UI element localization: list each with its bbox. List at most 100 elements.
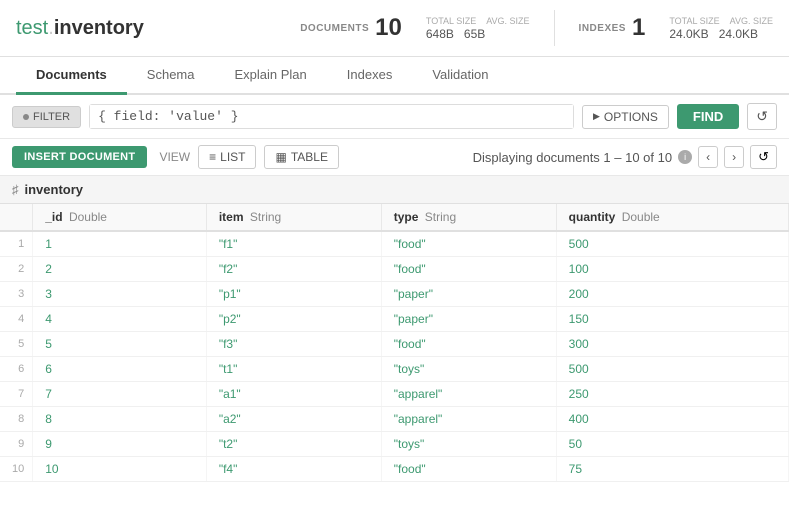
filter-toolbar: FILTER ▶ OPTIONS FIND ↺ xyxy=(0,95,789,139)
find-label: FIND xyxy=(693,109,723,124)
info-icon: i xyxy=(678,150,692,164)
row-number: 2 xyxy=(0,257,33,282)
cell-quantity: 75 xyxy=(556,457,788,482)
item-value: "a1" xyxy=(219,387,241,401)
type-value: "food" xyxy=(394,237,426,251)
cell-type: "paper" xyxy=(381,307,556,332)
id-link[interactable]: 3 xyxy=(45,287,52,301)
table-row: 1 1 "f1" "food" 500 xyxy=(0,231,789,257)
reload-button[interactable]: ↺ xyxy=(750,145,777,169)
cell-quantity: 250 xyxy=(556,382,788,407)
find-button[interactable]: FIND xyxy=(677,104,739,129)
id-link[interactable]: 6 xyxy=(45,362,52,376)
item-value: "p1" xyxy=(219,287,241,301)
cell-quantity: 400 xyxy=(556,407,788,432)
cell-id: 1 xyxy=(33,231,207,257)
type-value: "food" xyxy=(394,462,426,476)
filter-box xyxy=(89,104,574,129)
type-value: "paper" xyxy=(394,312,433,326)
table-row: 9 9 "t2" "toys" 50 xyxy=(0,432,789,457)
cell-quantity: 100 xyxy=(556,257,788,282)
id-link[interactable]: 10 xyxy=(45,462,58,476)
table-row: 8 8 "a2" "apparel" 400 xyxy=(0,407,789,432)
col-qty-type: Double xyxy=(622,210,660,224)
tab-explain-plan[interactable]: Explain Plan xyxy=(215,57,327,95)
insert-document-button[interactable]: INSERT DOCUMENT xyxy=(12,146,147,168)
cell-quantity: 200 xyxy=(556,282,788,307)
tabs: Documents Schema Explain Plan Indexes Va… xyxy=(0,57,789,95)
item-value: "f3" xyxy=(219,337,238,351)
id-link[interactable]: 2 xyxy=(45,262,52,276)
row-num-header xyxy=(0,204,33,231)
total-size-idx-val: 24.0KB xyxy=(669,27,708,41)
quantity-value: 300 xyxy=(569,337,589,351)
table-row: 4 4 "p2" "paper" 150 xyxy=(0,307,789,332)
tab-validation[interactable]: Validation xyxy=(412,57,508,95)
id-link[interactable]: 1 xyxy=(45,237,52,251)
pagination-info: Displaying documents 1 – 10 of 10 i ‹ › … xyxy=(473,145,777,169)
id-link[interactable]: 9 xyxy=(45,437,52,451)
col-header-item: item String xyxy=(206,204,381,231)
filter-input[interactable] xyxy=(90,105,573,128)
cell-quantity: 50 xyxy=(556,432,788,457)
type-value: "apparel" xyxy=(394,412,443,426)
total-size-docs-val: 648B xyxy=(426,27,454,41)
documents-count: 10 xyxy=(375,14,402,42)
next-page-button[interactable]: › xyxy=(724,146,744,168)
table-header: _id Double item String type String quant… xyxy=(0,204,789,231)
tab-schema[interactable]: Schema xyxy=(127,57,215,95)
type-value: "paper" xyxy=(394,287,433,301)
cell-id: 7 xyxy=(33,382,207,407)
cell-id: 9 xyxy=(33,432,207,457)
id-link[interactable]: 8 xyxy=(45,412,52,426)
filter-button[interactable]: FILTER xyxy=(12,106,81,128)
indexes-label: INDEXES xyxy=(579,23,626,34)
prev-page-button[interactable]: ‹ xyxy=(698,146,718,168)
table-row: 7 7 "a1" "apparel" 250 xyxy=(0,382,789,407)
db-name: test xyxy=(16,17,48,39)
collection-title: inventory xyxy=(25,182,84,197)
table-row: 2 2 "f2" "food" 100 xyxy=(0,257,789,282)
cell-type: "food" xyxy=(381,257,556,282)
id-link[interactable]: 4 xyxy=(45,312,52,326)
cell-type: "apparel" xyxy=(381,407,556,432)
col-id-type: Double xyxy=(69,210,107,224)
row-number: 7 xyxy=(0,382,33,407)
table-row: 3 3 "p1" "paper" 200 xyxy=(0,282,789,307)
tab-indexes[interactable]: Indexes xyxy=(327,57,413,95)
tab-documents[interactable]: Documents xyxy=(16,57,127,95)
item-value: "f2" xyxy=(219,262,238,276)
list-view-button[interactable]: ≡ LIST xyxy=(198,145,256,169)
view-label: VIEW xyxy=(159,150,190,164)
quantity-value: 500 xyxy=(569,362,589,376)
cell-type: "apparel" xyxy=(381,382,556,407)
item-value: "f1" xyxy=(219,237,238,251)
options-label: OPTIONS xyxy=(604,110,658,124)
avg-size-idx-val: 24.0KB xyxy=(719,27,758,41)
cell-type: "food" xyxy=(381,332,556,357)
data-table: _id Double item String type String quant… xyxy=(0,204,789,482)
table-view-button[interactable]: ▦ TABLE xyxy=(264,145,338,169)
quantity-value: 50 xyxy=(569,437,582,451)
type-value: "food" xyxy=(394,262,426,276)
type-value: "apparel" xyxy=(394,387,443,401)
cell-id: 10 xyxy=(33,457,207,482)
type-value: "toys" xyxy=(394,362,425,376)
row-number: 6 xyxy=(0,357,33,382)
refresh-button[interactable]: ↺ xyxy=(747,103,777,130)
id-link[interactable]: 5 xyxy=(45,337,52,351)
filter-dot-icon xyxy=(23,114,29,120)
header: test.inventory DOCUMENTS 10 TOTAL SIZE A… xyxy=(0,0,789,57)
cell-id: 2 xyxy=(33,257,207,282)
table-label: TABLE xyxy=(291,150,328,164)
avg-size-docs-label: AVG. SIZE xyxy=(486,16,529,26)
quantity-value: 100 xyxy=(569,262,589,276)
cell-item: "p1" xyxy=(206,282,381,307)
quantity-value: 400 xyxy=(569,412,589,426)
cell-type: "food" xyxy=(381,457,556,482)
avg-size-docs-val: 65B xyxy=(464,27,485,41)
type-value: "toys" xyxy=(394,437,425,451)
options-button[interactable]: ▶ OPTIONS xyxy=(582,105,669,129)
pagination-text: Displaying documents 1 – 10 of 10 xyxy=(473,150,672,165)
id-link[interactable]: 7 xyxy=(45,387,52,401)
